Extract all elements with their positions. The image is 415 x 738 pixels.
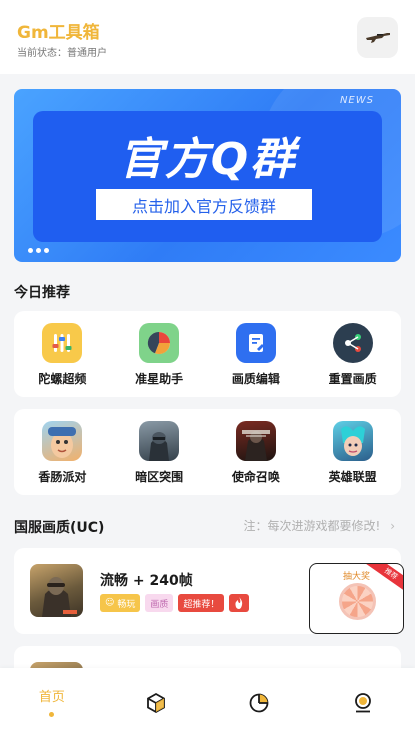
tag-label: 畅玩 (117, 599, 136, 610)
tag-smooth: ☺ 畅玩 (100, 594, 141, 612)
pagination-dot (44, 248, 49, 253)
quality-note-text: 注：每次进游戏都要修改! (243, 519, 381, 533)
section-title-recommend: 今日推荐 (14, 285, 70, 301)
section-title-quality: 国服画质(UC) (14, 520, 105, 536)
active-tab-indicator (49, 712, 55, 717)
tag-quality: 画质 (145, 594, 174, 612)
reset-share-icon (332, 323, 373, 363)
call-of-duty-icon (235, 421, 276, 461)
games-card: 香肠派对 暗区突围 使命召唤 英雄联盟 (14, 409, 401, 495)
app-title: Gm工具箱 (17, 23, 100, 43)
tool-gyro-overclock[interactable]: 陀螺超频 (22, 323, 102, 387)
game-sausage-party[interactable]: 香肠派对 (22, 421, 102, 485)
gyro-sliders-icon (42, 323, 83, 363)
crosshair-pie-icon (139, 323, 180, 363)
pubg-thumbnail (30, 564, 83, 617)
promo-banner[interactable]: NEWS 官方Q群 点击加入官方反馈群 (14, 89, 401, 262)
preset-tags: ☺ 畅玩 画质 超推荐！ (100, 594, 250, 612)
tool-label: 准星助手 (135, 372, 184, 386)
tag-recommend: 超推荐！ (178, 594, 225, 612)
join-group-button[interactable]: 点击加入官方反馈群 (96, 189, 312, 220)
quality-note[interactable]: 注：每次进游戏都要修改! › (244, 517, 395, 534)
user-status: 当前状态：普通用户 (17, 48, 107, 59)
smile-icon: ☺ (105, 598, 115, 608)
sausage-party-icon (42, 421, 83, 461)
tool-label: 陀螺超频 (38, 372, 87, 386)
tab-cube[interactable] (104, 668, 208, 738)
tool-label: 重置画质 (328, 372, 377, 386)
pagination-dot (36, 248, 41, 253)
chevron-right-icon: › (390, 519, 395, 533)
app-header: Gm工具箱 当前状态：普通用户 (0, 0, 415, 74)
game-label: 香肠派对 (38, 470, 87, 484)
bottom-tab-bar: 首页 (0, 668, 415, 738)
profile-icon (355, 693, 372, 713)
league-of-legends-icon (332, 421, 373, 461)
tab-home[interactable]: 首页 (0, 668, 104, 738)
banner-title: 官方Q群 (118, 134, 297, 185)
prize-wheel-icon (339, 583, 376, 620)
game-call-of-duty[interactable]: 使命召唤 (216, 421, 296, 485)
preset-name: 流畅 + 240帧 (100, 573, 193, 589)
game-label: 英雄联盟 (328, 470, 377, 484)
tool-label: 画质编辑 (231, 372, 280, 386)
game-league-of-legends[interactable]: 英雄联盟 (313, 421, 393, 485)
quality-edit-icon (235, 323, 276, 363)
tool-reset-quality[interactable]: 重置画质 (313, 323, 393, 387)
tool-quality-edit[interactable]: 画质编辑 (216, 323, 296, 387)
game-label: 使命召唤 (231, 470, 280, 484)
banner-card: 官方Q群 点击加入官方反馈群 (33, 111, 382, 242)
tab-home-label: 首页 (38, 690, 65, 705)
game-label: 暗区突围 (135, 470, 184, 484)
arena-breakout-icon (139, 421, 180, 461)
tools-card: 陀螺超频 准星助手 画质编辑 重置画质 (14, 311, 401, 397)
header-action-button[interactable] (357, 17, 398, 58)
rifle-icon (365, 32, 390, 43)
pagination-dot (28, 248, 33, 253)
cube-icon (146, 692, 165, 714)
tool-crosshair-helper[interactable]: 准星助手 (119, 323, 199, 387)
lottery-title: 抽大奖 (342, 572, 370, 582)
fire-icon (229, 594, 250, 612)
pie-chart-icon (249, 693, 269, 713)
tab-stats[interactable] (208, 668, 312, 738)
tab-profile[interactable] (311, 668, 415, 738)
banner-news-tag: NEWS (339, 95, 374, 106)
game-arena-breakout[interactable]: 暗区突围 (119, 421, 199, 485)
lottery-widget[interactable]: 推荐 抽大奖 (309, 563, 404, 634)
banner-pagination (28, 248, 49, 253)
